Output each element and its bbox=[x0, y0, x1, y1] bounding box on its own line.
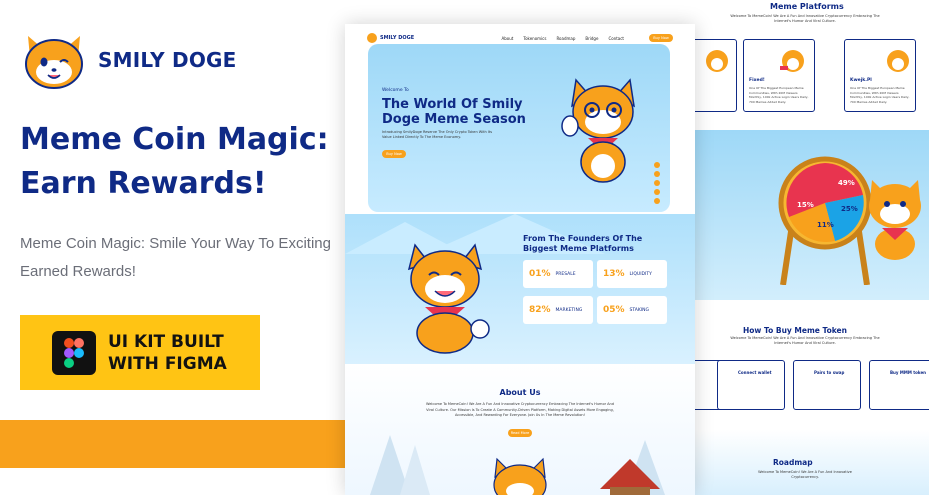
social-icon[interactable] bbox=[654, 171, 660, 177]
platform-card-name: Fixed! bbox=[749, 78, 765, 83]
howto-card: Connect wallet bbox=[717, 360, 785, 410]
stat-card-presale: 01% PRESALE bbox=[523, 260, 593, 288]
doghouse-roof-icon bbox=[600, 459, 660, 495]
doge-peek-icon bbox=[493, 457, 547, 495]
howto-title: How To Buy Meme Token bbox=[743, 326, 847, 335]
platform-card: Kwejk.Pl One Of The Biggest European Mem… bbox=[844, 39, 916, 112]
social-icon[interactable] bbox=[654, 189, 660, 195]
hero-welcome: Welcome To bbox=[382, 88, 409, 93]
about-title: About Us bbox=[499, 388, 541, 397]
platform-card: Fixed! One Of The Biggest European Meme … bbox=[743, 39, 815, 112]
doge-sticker-icon bbox=[706, 50, 728, 72]
stat-card-liquidity: 13% LIQUIDITY bbox=[597, 260, 667, 288]
cat-logo-icon bbox=[367, 33, 377, 43]
page-root: SMILY DOGE Meme Coin Magic: Earn Rewards… bbox=[0, 0, 929, 495]
platform-card-desc: One Of The Biggest European Meme Communi… bbox=[850, 86, 910, 104]
social-icon[interactable] bbox=[654, 198, 660, 204]
platforms-subtitle: Welcome To MemeCoin! We Are A Fun And In… bbox=[730, 14, 880, 23]
mock-nav-logo[interactable]: SMILY DOGE bbox=[367, 33, 414, 43]
nav-link-about[interactable]: About bbox=[502, 36, 514, 41]
brand-name: SMILY DOGE bbox=[98, 48, 237, 72]
hero-buy-button[interactable]: Buy Now bbox=[382, 150, 406, 158]
howto-step-name: Buy MMM token bbox=[890, 370, 927, 375]
figma-badge-line1: UI KIT BUILT bbox=[108, 331, 224, 352]
nav-link-roadmap[interactable]: Roadmap bbox=[556, 36, 575, 41]
about-text: Welcome To MemeCoin! We Are A Fun And In… bbox=[426, 402, 614, 417]
roadmap-subtitle: Welcome To MemeCoin! We Are A Fun And In… bbox=[758, 470, 852, 479]
stat-label: LIQUIDITY bbox=[629, 271, 652, 277]
nav-link-tokenomics[interactable]: Tokenomics bbox=[523, 36, 546, 41]
nav-link-bridge[interactable]: Bridge bbox=[585, 36, 598, 41]
orange-accent-bar bbox=[0, 420, 345, 468]
wheel-label: 11% bbox=[817, 221, 834, 229]
stat-label: PRESALE bbox=[555, 271, 576, 277]
social-icon[interactable] bbox=[654, 162, 660, 168]
about-section: About Us Welcome To MemeCoin! We Are A F… bbox=[345, 364, 695, 495]
platforms-title: Meme Platforms bbox=[770, 2, 844, 11]
figma-icon bbox=[52, 330, 96, 375]
stat-value: 05% bbox=[603, 305, 625, 315]
doge-mascot-icon bbox=[561, 78, 635, 183]
social-icon[interactable] bbox=[654, 180, 660, 186]
stat-card-marketing: 82% MARKETING bbox=[523, 296, 593, 324]
doge-sticker-icon bbox=[887, 50, 909, 72]
mock-nav-links: About Tokenomics Roadmap Bridge Contact bbox=[502, 36, 625, 41]
platform-card-desc: One Of The Biggest European Meme Communi… bbox=[749, 86, 809, 104]
wheel-label: 25% bbox=[841, 205, 858, 213]
promo-subline: Meme Coin Magic: Smile Your Way To Excit… bbox=[20, 235, 331, 280]
promo-headline: Meme Coin Magic: Earn Rewards! bbox=[20, 122, 329, 201]
cat-mascot-icon bbox=[25, 36, 83, 89]
hero-title: The World Of Smily Doge Meme Season bbox=[382, 97, 526, 127]
founders-title: From The Founders Of The Biggest Meme Pl… bbox=[523, 234, 643, 253]
howto-step-name: Pairs to swap bbox=[814, 370, 845, 375]
stat-value: 01% bbox=[529, 269, 551, 279]
doge-mascot-icon bbox=[869, 180, 921, 260]
roadmap-title: Roadmap bbox=[773, 458, 813, 467]
platform-card-name: Kwejk.Pl bbox=[850, 78, 872, 83]
stat-card-staking: 05% STAKING bbox=[597, 296, 667, 324]
stat-value: 82% bbox=[529, 305, 551, 315]
hero-social-links bbox=[654, 162, 660, 204]
nav-link-contact[interactable]: Contact bbox=[608, 36, 624, 41]
tokenomics-section: 49% 15% 25% 11% bbox=[695, 130, 929, 300]
mock-nav-logo-text: SMILY DOGE bbox=[380, 35, 415, 41]
nav-buy-button[interactable]: Buy Now bbox=[649, 34, 673, 42]
secondary-mockup: Meme Platforms Welcome To MemeCoin! We A… bbox=[665, 0, 929, 495]
howto-step-name: Connect wallet bbox=[738, 370, 772, 375]
doge-rocket-icon bbox=[780, 50, 804, 72]
wheel-label: 49% bbox=[838, 179, 855, 187]
doge-running-icon bbox=[407, 243, 490, 354]
stat-label: MARKETING bbox=[555, 307, 583, 313]
wheel-label: 15% bbox=[797, 201, 814, 209]
main-mockup: SMILY DOGE About Tokenomics Roadmap Brid… bbox=[345, 24, 695, 495]
founders-section: From The Founders Of The Biggest Meme Pl… bbox=[345, 214, 695, 364]
brand-logo-row: SMILY DOGE bbox=[20, 28, 237, 92]
figma-badge-line2: WITH FIGMA bbox=[108, 353, 227, 374]
howto-card: Pairs to swap bbox=[793, 360, 861, 410]
stat-label: STAKING bbox=[629, 307, 650, 313]
figma-badge-text: UI KIT BUILT WITH FIGMA bbox=[108, 331, 227, 375]
stat-value: 13% bbox=[603, 269, 625, 279]
hero-section: Welcome To The World Of Smily Doge Meme … bbox=[368, 44, 670, 212]
howto-subtitle: Welcome To MemeCoin! We Are A Fun And In… bbox=[730, 336, 880, 345]
howto-card: Buy MMM token bbox=[869, 360, 929, 410]
hero-description: Introducing SmilyDoge Reserve The Only C… bbox=[382, 130, 493, 139]
figma-badge: UI KIT BUILT WITH FIGMA bbox=[20, 315, 260, 390]
